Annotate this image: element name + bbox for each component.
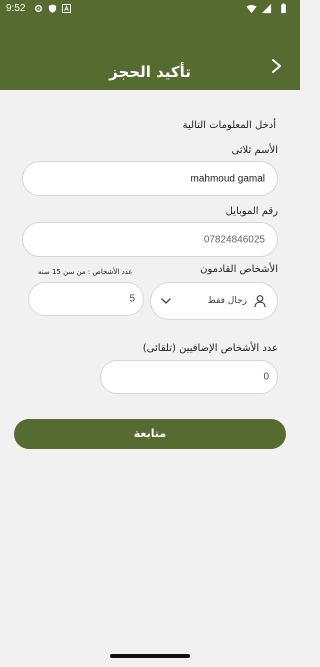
count-hint: عدد الأشخاص : من سن 15 سنه bbox=[38, 268, 133, 276]
continue-button[interactable]: متابعة bbox=[14, 419, 286, 449]
count-input[interactable]: 5 bbox=[28, 282, 144, 316]
person-icon bbox=[254, 295, 266, 308]
wifi-icon bbox=[246, 4, 257, 14]
shield-icon bbox=[48, 4, 57, 13]
settings-icon bbox=[34, 4, 43, 13]
chevron-down-icon bbox=[161, 298, 171, 304]
form-intro: أدخل المعلومات التالية bbox=[182, 120, 276, 131]
gesture-nav-bar[interactable] bbox=[110, 654, 190, 658]
persons-type-select[interactable]: رجال فقط bbox=[150, 282, 278, 320]
chevron-right-icon[interactable] bbox=[270, 58, 284, 74]
notification-a-icon bbox=[62, 4, 71, 13]
name-label: الأسم ثلاثى bbox=[231, 145, 278, 156]
name-value: mahmoud gamal bbox=[190, 173, 265, 184]
mobile-label: رقم الموبايل bbox=[225, 206, 278, 217]
extra-value: 0 bbox=[263, 371, 269, 383]
app-bar: تأكيد الحجز bbox=[0, 18, 300, 90]
persons-label: الأشخاص القادمون bbox=[200, 264, 278, 275]
mobile-input[interactable]: 07824846025 bbox=[22, 222, 278, 257]
signal-icon bbox=[261, 3, 272, 14]
status-bar: 9:52 bbox=[0, 0, 300, 18]
name-input[interactable]: mahmoud gamal bbox=[22, 161, 278, 196]
battery-icon bbox=[281, 3, 286, 14]
persons-type-value: رجال فقط bbox=[207, 296, 247, 306]
mobile-value: 07824846025 bbox=[203, 234, 265, 245]
extra-label: عدد الأشخاص الإضافيين (تلقائى) bbox=[142, 343, 278, 354]
count-value: 5 bbox=[129, 293, 135, 305]
status-time: 9:52 bbox=[6, 3, 26, 14]
page-title: تأكيد الحجز bbox=[109, 63, 191, 81]
extra-input[interactable]: 0 bbox=[100, 360, 278, 394]
